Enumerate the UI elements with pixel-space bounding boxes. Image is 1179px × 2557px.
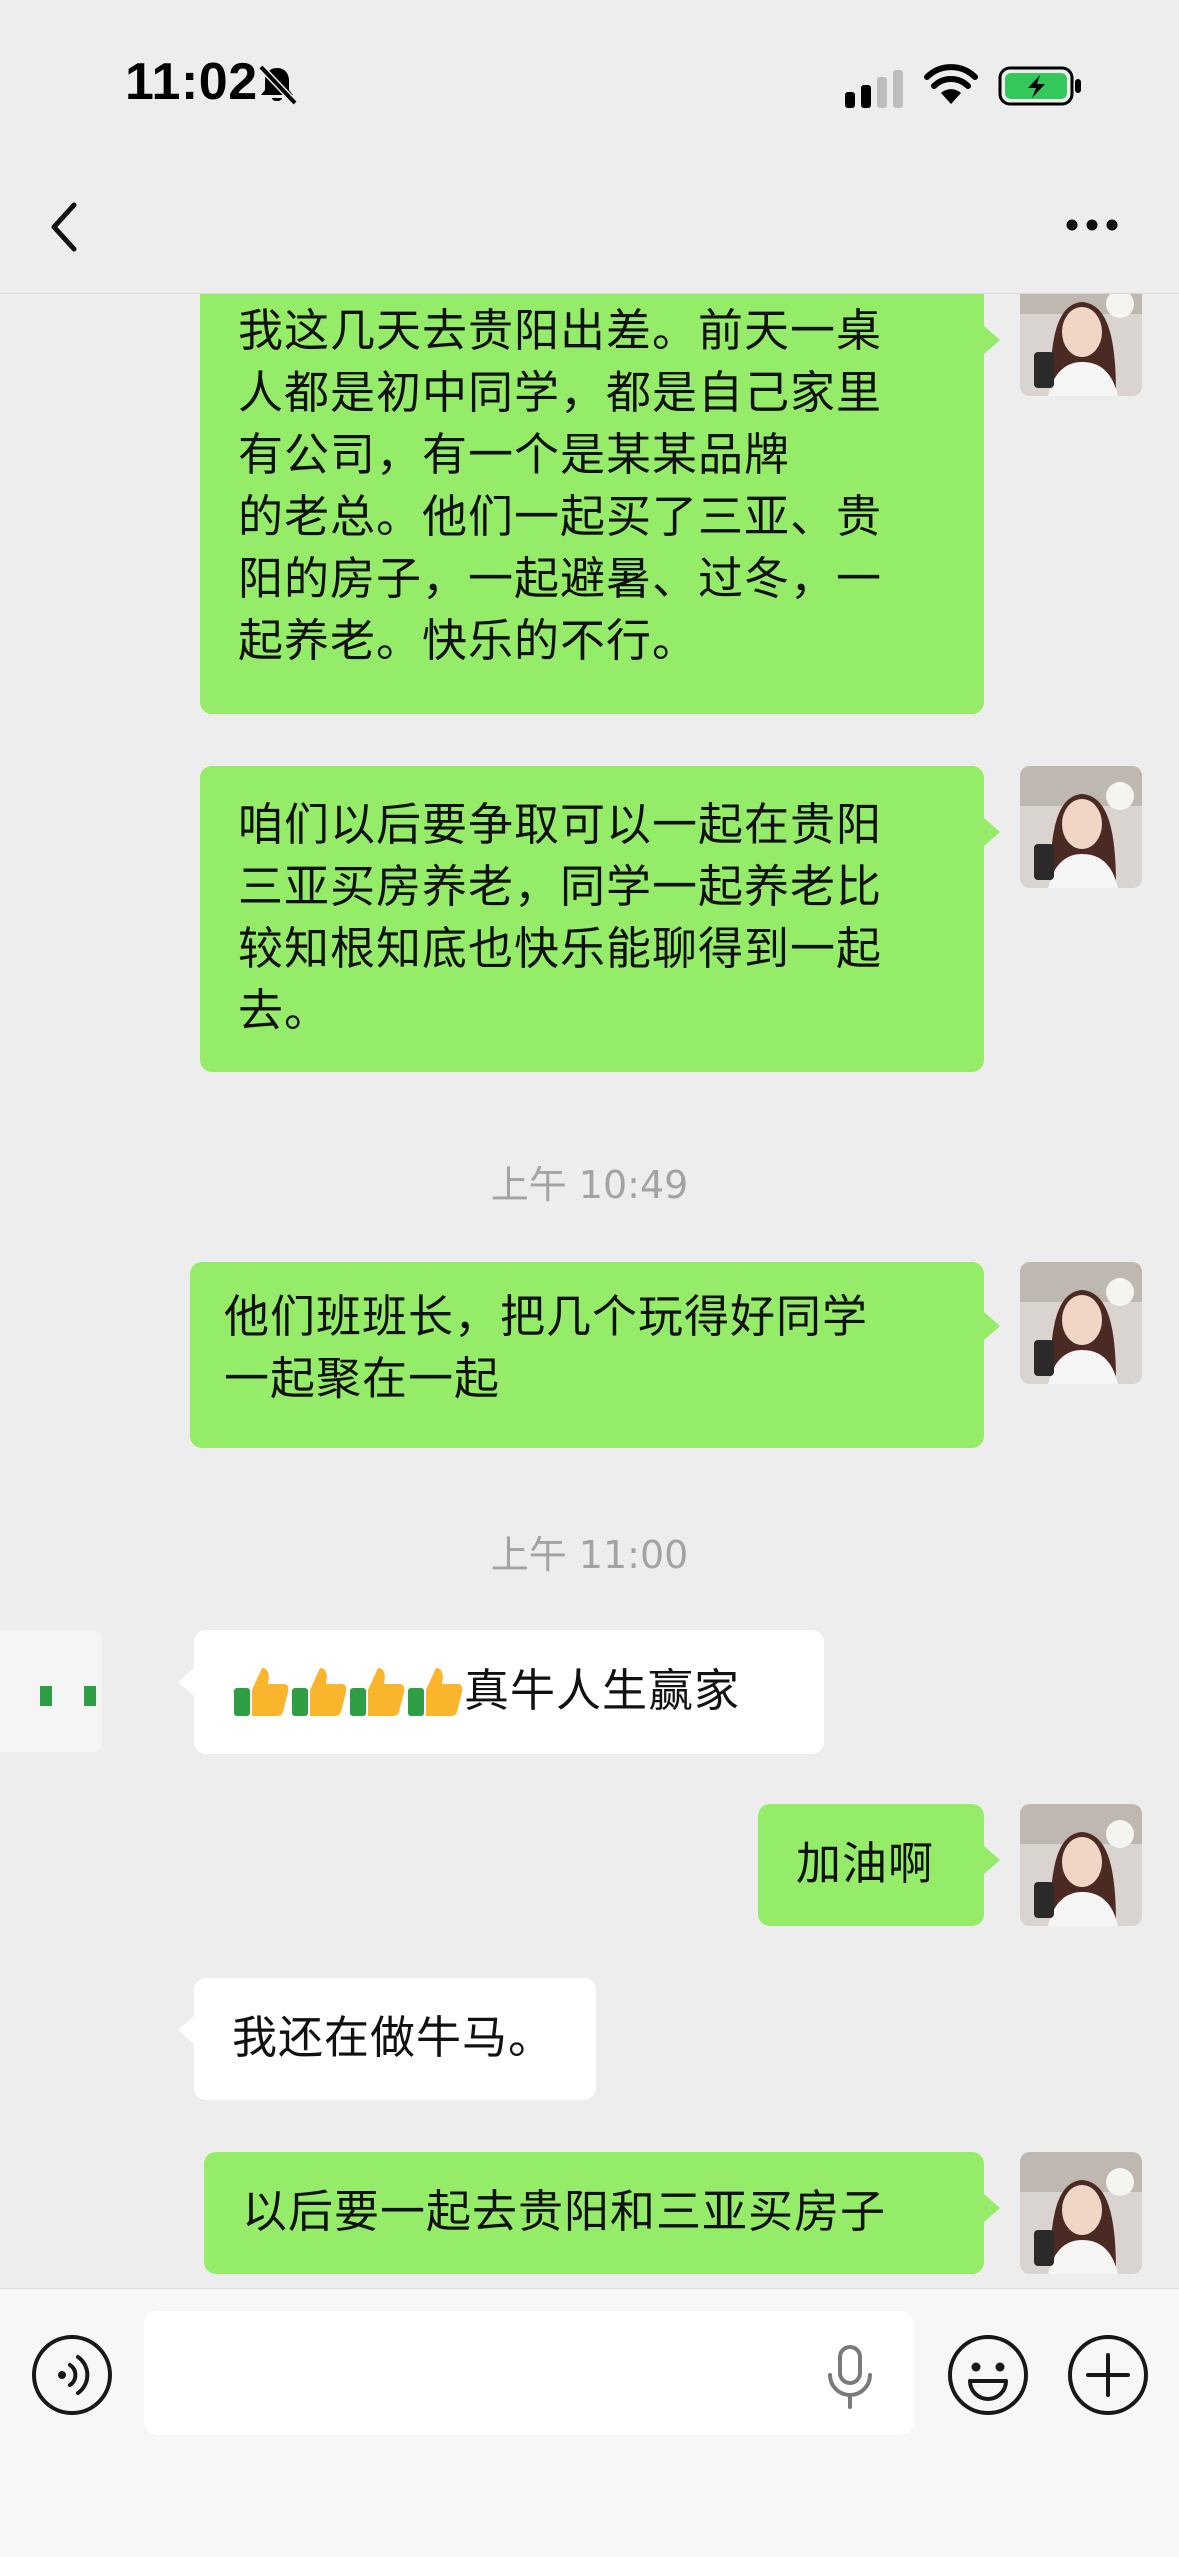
thumbs-up-icon — [408, 1668, 463, 1716]
message-line: 的老总。他们一起买了三亚、贵 — [238, 490, 883, 543]
thumbs-up-emoji-row — [232, 1662, 464, 1726]
message-bubble-sent[interactable]: 我这几天去贵阳出差。前天一桌 人都是初中同学，都是自己家里 有公司，有一个是某某… — [200, 294, 984, 714]
message-line: 一起聚在一起 — [224, 1352, 501, 1405]
message-line: 三亚买房养老，同学一起养老比 — [238, 860, 883, 913]
bell-off-icon — [258, 64, 298, 106]
microphone-icon[interactable] — [823, 2345, 877, 2409]
message-line: 阳的房子，一起避暑、过冬，一 — [238, 552, 883, 605]
message-line: 他们班班长，把几个玩得好同学 — [224, 1290, 869, 1343]
message-bubble-received[interactable]: 真牛人生赢家 — [194, 1630, 824, 1754]
message-text: 我还在做牛马。 — [232, 2011, 555, 2064]
avatar-self[interactable] — [1020, 1804, 1142, 1926]
avatar-self[interactable] — [1020, 1262, 1142, 1384]
bubble-tail — [984, 2194, 1000, 2222]
chat-header — [0, 175, 1179, 294]
message-bubble-sent[interactable]: 他们班班长，把几个玩得好同学 一起聚在一起 — [190, 1262, 984, 1448]
status-bar: 11:02 — [0, 0, 1179, 175]
bubble-tail — [984, 326, 1000, 354]
message-line: 我这几天去贵阳出差。前天一桌 — [238, 304, 883, 357]
plus-icon[interactable] — [1066, 2333, 1150, 2417]
message-timestamp: 上午 11:00 — [490, 1533, 689, 1577]
message-text: 真牛人生赢家 — [464, 1664, 741, 1717]
bubble-tail — [984, 1312, 1000, 1340]
message-line: 较知根知底也快乐能聊得到一起 — [238, 922, 883, 975]
message-timestamp: 上午 10:49 — [490, 1163, 689, 1207]
avatar-contact[interactable] — [0, 1630, 102, 1752]
avatar-self[interactable] — [1020, 294, 1142, 396]
bubble-tail — [178, 2016, 194, 2044]
message-line: 人都是初中同学，都是自己家里 — [238, 366, 883, 419]
message-bubble-sent[interactable]: 咱们以后要争取可以一起在贵阳 三亚买房养老，同学一起养老比 较知根知底也快乐能聊… — [200, 766, 984, 1072]
avatar-self[interactable] — [1020, 2152, 1142, 2274]
bubble-tail — [178, 1668, 194, 1696]
message-line: 有公司，有一个是某某品牌 — [238, 428, 791, 481]
message-text: 加油啊 — [796, 1837, 935, 1890]
message-line: 去。 — [238, 984, 331, 1037]
battery-charging-icon — [998, 66, 1081, 106]
input-bar — [0, 2288, 1179, 2557]
message-input[interactable] — [144, 2311, 914, 2435]
thumbs-up-icon — [292, 1668, 347, 1716]
status-time: 11:02 — [125, 53, 258, 111]
more-dots-icon[interactable] — [1062, 210, 1122, 240]
thumbs-up-icon — [350, 1668, 405, 1716]
bubble-tail — [984, 818, 1000, 846]
message-line: 起养老。快乐的不行。 — [238, 614, 699, 667]
message-bubble-received[interactable]: 我还在做牛马。 — [194, 1978, 596, 2100]
thumbs-up-icon — [234, 1668, 289, 1716]
avatar-self[interactable] — [1020, 766, 1142, 888]
wifi-icon — [924, 64, 978, 104]
emoji-icon[interactable] — [946, 2333, 1030, 2417]
message-bubble-sent[interactable]: 加油啊 — [758, 1804, 984, 1926]
chat-messages[interactable]: 我这几天去贵阳出差。前天一桌 人都是初中同学，都是自己家里 有公司，有一个是某某… — [0, 294, 1179, 2288]
message-text: 以后要一起去贵阳和三亚买房子 — [242, 2185, 887, 2238]
cellular-signal-icon — [845, 70, 903, 108]
message-line: 咱们以后要争取可以一起在贵阳 — [238, 798, 883, 851]
chevron-left-icon[interactable] — [44, 197, 84, 257]
voice-input-icon[interactable] — [30, 2333, 114, 2417]
bubble-tail — [984, 1846, 1000, 1874]
message-bubble-sent[interactable]: 以后要一起去贵阳和三亚买房子 — [204, 2152, 984, 2274]
